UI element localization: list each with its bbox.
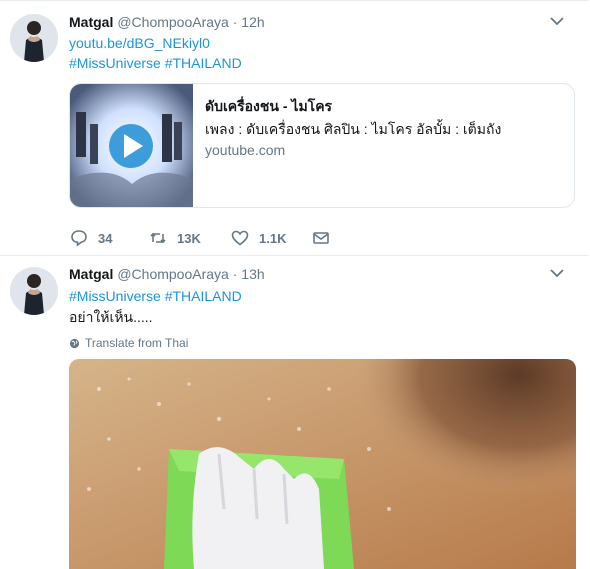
username[interactable]: @ChompooAraya — [117, 266, 229, 282]
timestamp[interactable]: 13h — [241, 266, 264, 282]
avatar[interactable] — [10, 14, 58, 62]
display-name[interactable]: Matgal — [69, 266, 113, 282]
tweet-link[interactable]: youtu.be/dBG_NEkiyl0 — [69, 34, 210, 53]
like-button[interactable]: 1.1K — [231, 229, 286, 247]
card-description: เพลง : ดับเครื่องชน ศิลปิน : ไมโคร อัลบั… — [205, 121, 502, 137]
tweet-2[interactable]: Matgal @ChompooAraya · 13h #MissUniverse … — [0, 255, 588, 569]
video-thumbnail — [70, 84, 193, 207]
tweet-image[interactable] — [69, 359, 576, 569]
heart-icon — [231, 230, 249, 246]
card-title: ดับเครื่องชน - ไมโคร — [205, 98, 333, 114]
hashtags[interactable]: #MissUniverse #THAILAND — [69, 287, 242, 306]
display-name[interactable]: Matgal — [69, 14, 113, 30]
translate-link[interactable]: Translate from Thai — [69, 336, 188, 350]
tweet-header: Matgal @ChompooAraya · 13h — [69, 266, 578, 282]
tweet-1[interactable]: Matgal @ChompooAraya · 12h youtu.be/dBG_N… — [0, 0, 588, 256]
separator: · — [232, 266, 238, 282]
translate-label: Translate from Thai — [85, 336, 189, 350]
tweet-header: Matgal @ChompooAraya · 12h — [69, 14, 578, 30]
hashtags[interactable]: #MissUniverse #THAILAND — [69, 54, 242, 73]
avatar[interactable] — [10, 267, 58, 315]
globe-icon — [69, 338, 80, 348]
reply-button[interactable]: 34 — [70, 229, 112, 247]
card-domain: youtube.com — [205, 142, 286, 158]
username[interactable]: @ChompooAraya — [117, 14, 229, 30]
retweet-count: 13K — [177, 230, 201, 246]
separator: · — [232, 14, 238, 30]
timestamp[interactable]: 12h — [241, 14, 264, 30]
dm-button[interactable] — [312, 229, 340, 247]
link-card[interactable]: ดับเครื่องชน - ไมโคร เพลง : ดับเครื่องชน… — [69, 83, 575, 208]
envelope-icon — [313, 232, 329, 244]
chevron-down-icon[interactable] — [550, 16, 564, 26]
chevron-down-icon[interactable] — [550, 268, 564, 278]
like-count: 1.1K — [259, 230, 287, 246]
reply-count: 34 — [98, 230, 113, 246]
retweet-icon — [150, 232, 166, 244]
retweet-button[interactable]: 13K — [149, 229, 201, 247]
reply-icon — [71, 230, 87, 247]
tweet-text: อย่าให้เห็น..... — [69, 309, 153, 325]
